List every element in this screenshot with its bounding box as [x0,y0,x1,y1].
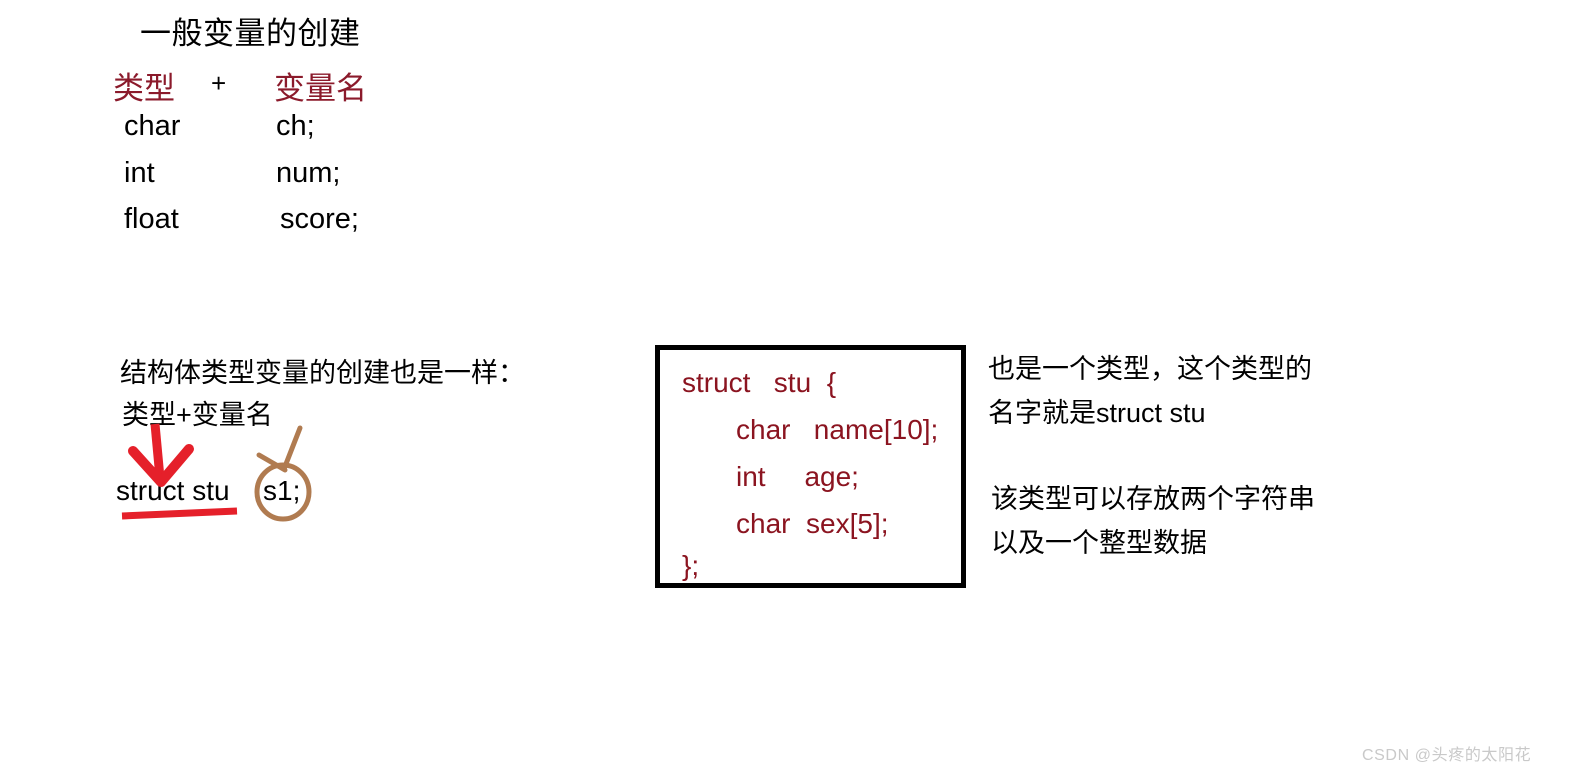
header-name-label: 变量名 [274,71,367,106]
header-type-label: 类型 [113,71,175,106]
code-line-close-brace: }; [682,550,700,581]
declaration-name-ch: ch; [276,110,315,142]
page-title: 一般变量的创建 [140,16,361,51]
code-line-char-name: char name[10]; [736,414,939,445]
code-line-char-sex: char sex[5]; [736,508,889,539]
code-line-struct-header: struct stu { [682,367,837,398]
declaration-type-char: char [124,110,181,142]
header-plus-sign: + [211,68,227,98]
struct-declaration-name: s1; [263,475,301,506]
note-type-line-1: 也是一个类型，这个类型的 [988,354,1312,384]
note-type-line-2: 名字就是struct stu [988,398,1206,428]
brown-arrow-stroke-left [256,452,288,473]
code-line-int-age: int age; [736,461,859,492]
red-arrow-shaft [150,423,165,479]
brown-arrow-stroke-right [281,425,303,472]
struct-declaration-type: struct stu [116,475,230,506]
declaration-name-score: score; [280,203,359,235]
declaration-name-num: num; [276,157,341,189]
declaration-type-float: float [124,203,179,235]
slide-canvas: 一般变量的创建 类型 + 变量名 char ch; int num; float… [0,0,1573,775]
red-underline-struct-stu [121,507,238,520]
struct-definition-code-box: struct stu { char name[10]; int age; cha… [655,345,966,588]
note-capacity-line-1: 该类型可以存放两个字符串 [991,484,1315,514]
csdn-watermark: CSDN @头疼的太阳花 [1362,747,1532,764]
struct-formula-text: 类型+变量名 [122,400,273,430]
struct-intro-text: 结构体类型变量的创建也是一样： [120,358,525,388]
note-capacity-line-2: 以及一个整型数据 [991,528,1207,558]
declaration-type-int: int [124,157,155,189]
